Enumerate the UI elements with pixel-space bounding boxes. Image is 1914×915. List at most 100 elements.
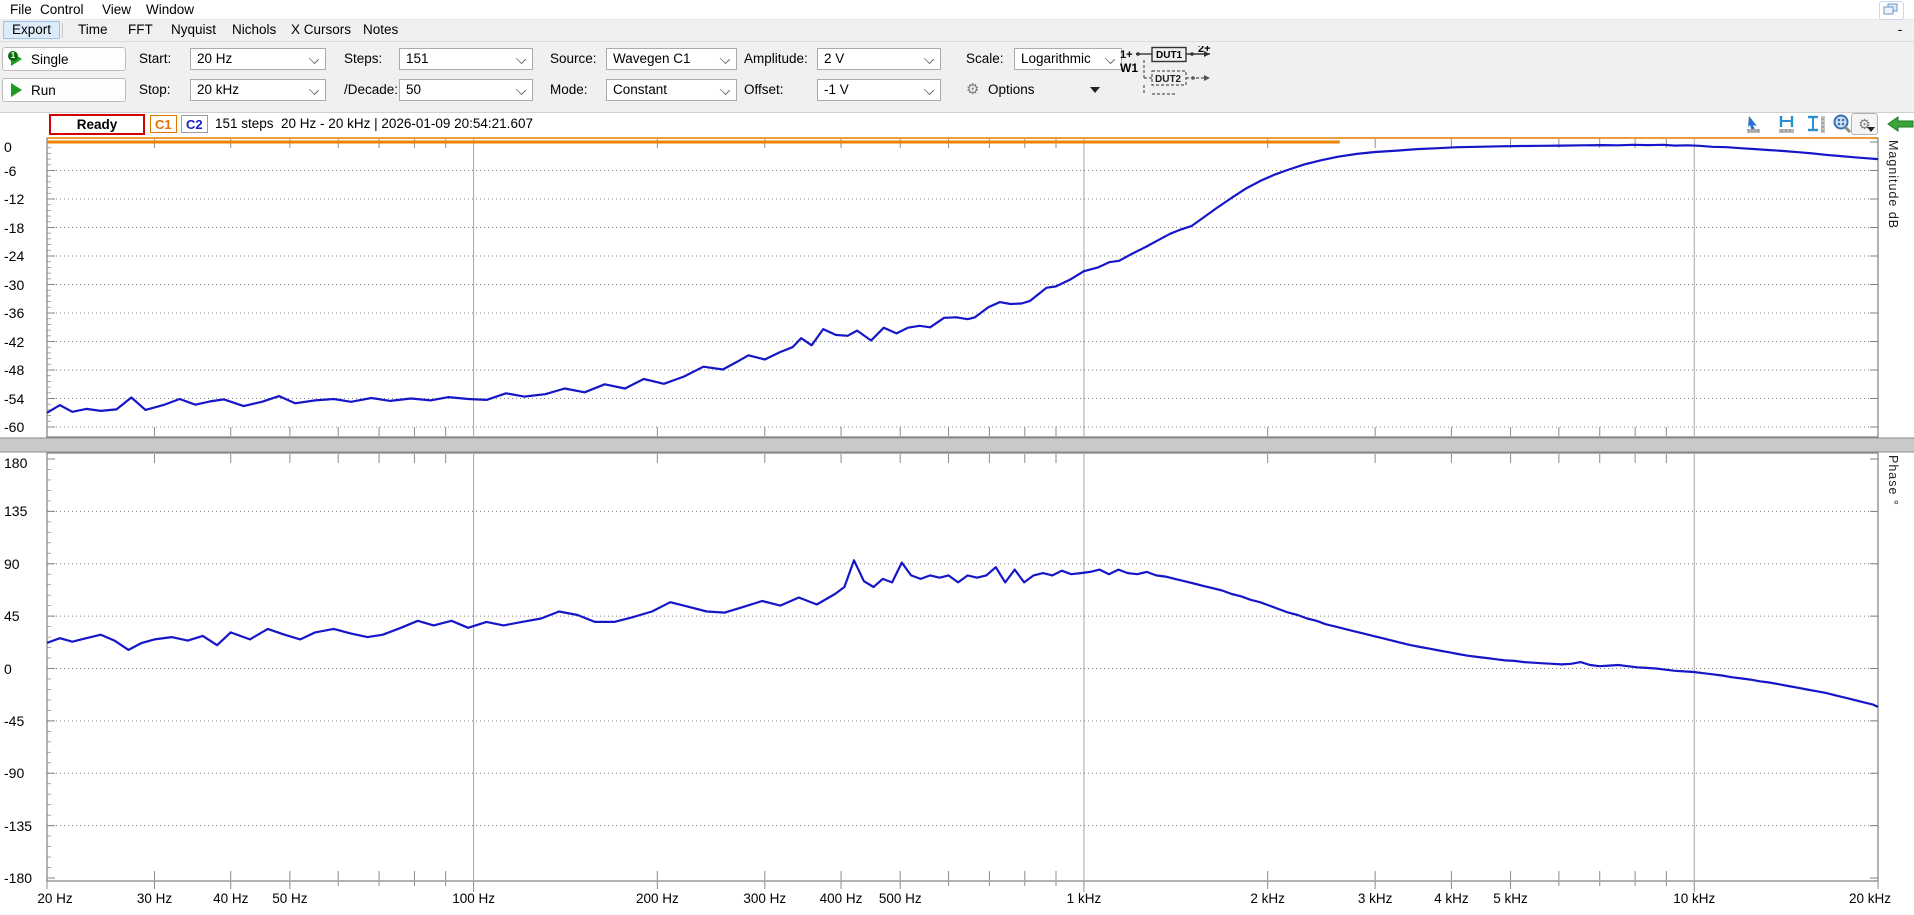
- y-tick-label: -135: [4, 818, 32, 834]
- y-tick-label: -90: [4, 765, 24, 781]
- chevron-down-icon: [309, 54, 319, 64]
- run-play-icon: [11, 83, 22, 97]
- chevron-down-icon: [309, 85, 319, 95]
- start-select[interactable]: 20 Hz: [190, 48, 326, 70]
- options-gear-icon: ⚙: [966, 80, 979, 98]
- svg-text:2+: 2+: [1198, 46, 1211, 55]
- offset-select[interactable]: -1 V: [817, 79, 941, 101]
- x-tick-label: 300 Hz: [743, 891, 786, 906]
- steps-label: Steps:: [344, 47, 382, 71]
- chevron-down-icon: [516, 85, 526, 95]
- tab-x-cursors[interactable]: X Cursors: [283, 22, 359, 38]
- channel-c1-toggle[interactable]: C1: [150, 115, 177, 133]
- amplitude-select[interactable]: 2 V: [817, 48, 941, 70]
- single-badge: 1: [8, 51, 18, 61]
- svg-text:W1: W1: [1120, 61, 1138, 75]
- start-label: Start:: [139, 47, 171, 71]
- chevron-down-icon: [924, 85, 934, 95]
- y-tick-label: -180: [4, 870, 32, 886]
- x-tick-label: 500 Hz: [879, 891, 922, 906]
- chevron-down-icon: [924, 54, 934, 64]
- y-tick-label: 135: [4, 503, 27, 519]
- menu-view[interactable]: View: [98, 2, 135, 17]
- tab-export[interactable]: Export: [4, 22, 59, 38]
- y-tick-label: -12: [4, 191, 24, 207]
- offset-label: Offset:: [744, 78, 784, 102]
- horizontal-cursors-icon[interactable]: [1777, 114, 1799, 134]
- y-tick-label: 180: [4, 455, 27, 471]
- trace-cursor-icon[interactable]: [1745, 114, 1767, 134]
- y-tick-label: -6: [4, 163, 16, 179]
- tab-fft[interactable]: FFT: [120, 22, 161, 38]
- vertical-cursors-icon[interactable]: [1806, 114, 1828, 134]
- y-tick-label: -48: [4, 362, 24, 378]
- y-tick-label: -60: [4, 419, 24, 435]
- y-tick-label: 45: [4, 608, 20, 624]
- menu-file[interactable]: File: [6, 2, 36, 17]
- per-decade-label: /Decade:: [344, 78, 398, 102]
- y-tick-label: -54: [4, 391, 24, 407]
- stop-select[interactable]: 20 kHz: [190, 79, 326, 101]
- chevron-down-icon: [516, 54, 526, 64]
- amplitude-label: Amplitude:: [744, 47, 808, 71]
- run-button[interactable]: Run: [2, 78, 126, 102]
- single-button[interactable]: 1 Single: [2, 47, 126, 71]
- collapse-toolbar-button[interactable]: -: [1893, 22, 1907, 38]
- dock-arrow-icon[interactable]: [1886, 114, 1914, 134]
- options-label[interactable]: Options: [988, 78, 1035, 102]
- svg-text:DUT2: DUT2: [1155, 74, 1182, 85]
- tab-nichols[interactable]: Nichols: [224, 22, 284, 38]
- y-tick-label: -18: [4, 220, 24, 236]
- y-tick-label: 0: [4, 139, 12, 155]
- y-tick-label: 90: [4, 556, 20, 572]
- chevron-down-icon: [720, 85, 730, 95]
- stop-label: Stop:: [139, 78, 171, 102]
- gear-dropdown-arrow: [1867, 127, 1875, 132]
- tab-separator: [62, 23, 63, 38]
- restore-window-icon[interactable]: [1879, 1, 1904, 20]
- source-label: Source:: [550, 47, 597, 71]
- x-tick-label: 30 Hz: [137, 891, 172, 906]
- menu-window[interactable]: Window: [142, 2, 198, 17]
- menu-control[interactable]: Control: [36, 2, 88, 17]
- chevron-down-icon: [1105, 54, 1115, 64]
- y-tick-label: -45: [4, 713, 24, 729]
- x-tick-label: 50 Hz: [272, 891, 307, 906]
- source-select[interactable]: Wavegen C1: [606, 48, 737, 70]
- tab-nyquist[interactable]: Nyquist: [163, 22, 224, 38]
- options-dropdown-arrow[interactable]: [1090, 87, 1100, 93]
- channel-c2-toggle[interactable]: C2: [181, 115, 208, 133]
- y-tick-label: -36: [4, 305, 24, 321]
- x-tick-label: 20 Hz: [37, 891, 72, 906]
- y-tick-label: -30: [4, 277, 24, 293]
- tabbar: Export Time FFT Nyquist Nichols X Cursor…: [0, 20, 1914, 42]
- menubar: File Control View Window: [0, 0, 1914, 20]
- x-tick-label: 40 Hz: [213, 891, 248, 906]
- y-tick-label: -24: [4, 248, 24, 264]
- x-tick-label: 5 kHz: [1493, 891, 1528, 906]
- wiring-diagram: 1+ W1 DUT1 2+ DUT2: [1118, 46, 1228, 104]
- magnitude-axis-label: Magnitude dB: [1886, 140, 1900, 229]
- x-tick-label: 4 kHz: [1434, 891, 1469, 906]
- phase-axis-label: Phase °: [1886, 455, 1900, 506]
- x-tick-label: 200 Hz: [636, 891, 679, 906]
- scale-select[interactable]: Logarithmic: [1014, 48, 1122, 70]
- chevron-down-icon: [720, 54, 730, 64]
- x-tick-label: 400 Hz: [820, 891, 863, 906]
- x-tick-label: 1 kHz: [1067, 891, 1102, 906]
- plot-settings-gear-button[interactable]: ⚙: [1851, 113, 1878, 135]
- status-ready: Ready: [49, 114, 145, 135]
- svg-text:1+: 1+: [1120, 49, 1133, 61]
- statusbar: Ready C1 C2 151 steps 20 Hz - 20 kHz | 2…: [0, 113, 1914, 137]
- x-tick-label: 20 kHz: [1849, 891, 1891, 906]
- x-tick-label: 100 Hz: [452, 891, 495, 906]
- tab-notes[interactable]: Notes: [355, 22, 406, 38]
- mode-select[interactable]: Constant: [606, 79, 737, 101]
- per-decade-select[interactable]: 50: [399, 79, 533, 101]
- scale-label: Scale:: [966, 47, 1004, 71]
- tab-time[interactable]: Time: [70, 22, 116, 38]
- steps-select[interactable]: 151: [399, 48, 533, 70]
- x-tick-label: 3 kHz: [1358, 891, 1393, 906]
- status-info: 151 steps 20 Hz - 20 kHz | 2026-01-09 20…: [215, 116, 533, 131]
- bode-plot[interactable]: [0, 0, 1914, 915]
